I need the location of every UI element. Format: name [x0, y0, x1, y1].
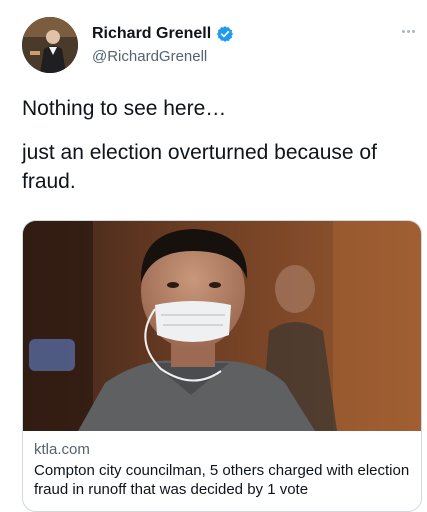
user-handle[interactable]: @RichardGrenell	[92, 48, 207, 65]
tweet[interactable]: Richard Grenell @RichardGrenell Nothing …	[0, 0, 427, 512]
avatar[interactable]	[22, 17, 78, 73]
name-row: Richard Grenell	[92, 25, 234, 43]
link-card[interactable]: ktla.com Compton city councilman, 5 othe…	[22, 220, 422, 512]
more-options-icon[interactable]	[402, 30, 415, 33]
display-name[interactable]: Richard Grenell	[92, 25, 211, 43]
tweet-text-line: Nothing to see here…	[22, 97, 227, 120]
verified-badge-icon	[216, 25, 234, 43]
tweet-text-line: just an election overturned because of	[22, 141, 377, 164]
tweet-text-line: fraud.	[22, 170, 76, 193]
link-card-image[interactable]	[23, 221, 421, 431]
link-card-domain: ktla.com	[34, 441, 90, 458]
link-card-title[interactable]: Compton city councilman, 5 others charge…	[34, 461, 419, 499]
